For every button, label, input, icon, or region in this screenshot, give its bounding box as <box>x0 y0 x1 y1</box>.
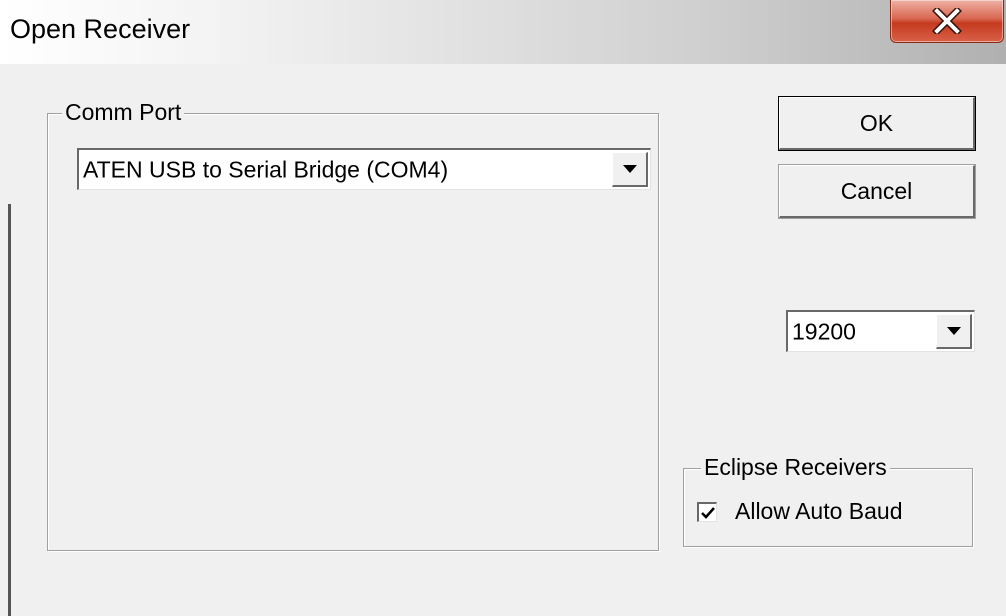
baud-rate-dropdown-button[interactable] <box>936 314 972 349</box>
comm-port-select[interactable]: ATEN USB to Serial Bridge (COM4) <box>77 148 651 190</box>
baud-rate-value: 19200 <box>792 318 856 344</box>
chevron-down-icon <box>622 165 637 173</box>
allow-auto-baud-label[interactable]: Allow Auto Baud <box>735 498 903 525</box>
comm-port-legend: Comm Port <box>62 99 185 126</box>
cancel-button[interactable]: Cancel <box>779 165 975 218</box>
comm-port-value: ATEN USB to Serial Bridge (COM4) <box>83 156 449 182</box>
window-left-frame <box>0 64 11 616</box>
comm-port-dropdown-button[interactable] <box>612 152 648 187</box>
window-title: Open Receiver <box>10 14 191 44</box>
checkmark-icon <box>700 506 715 519</box>
close-icon <box>932 8 962 34</box>
close-button[interactable] <box>890 0 1004 43</box>
baud-rate-select[interactable]: 19200 <box>786 310 975 352</box>
allow-auto-baud-checkbox[interactable] <box>697 502 717 522</box>
ok-button[interactable]: OK <box>779 97 975 150</box>
eclipse-receivers-legend: Eclipse Receivers <box>701 454 890 481</box>
chevron-down-icon <box>946 327 961 335</box>
open-receiver-dialog: Open Receiver Comm Port ATEN USB to Seri… <box>0 0 1006 616</box>
title-bar[interactable]: Open Receiver <box>0 0 1006 65</box>
